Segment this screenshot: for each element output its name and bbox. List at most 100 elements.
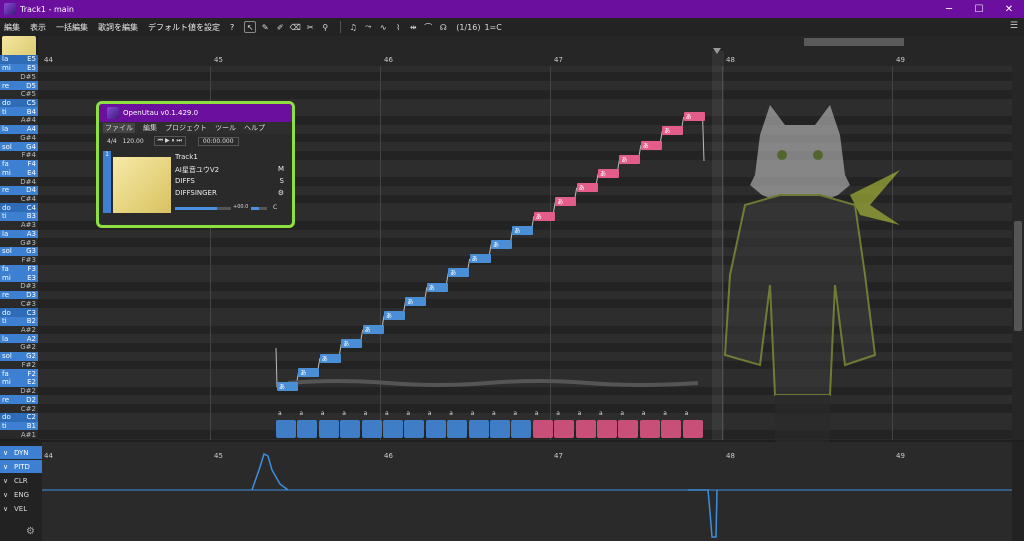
piano-key[interactable]: G#4: [0, 133, 38, 143]
overlay-menu-file[interactable]: ファイル: [103, 123, 135, 133]
close-button[interactable]: ✕: [994, 0, 1024, 18]
vibrato-toggle-icon[interactable]: ∿: [377, 21, 389, 33]
piano-key[interactable]: A#1: [0, 430, 38, 439]
expression-curve-area[interactable]: 44 45 46 47 48 49: [42, 442, 1012, 541]
note[interactable]: あ: [298, 367, 320, 377]
phoneme-block[interactable]: [404, 420, 425, 438]
overlay-menu-help[interactable]: ヘルプ: [244, 123, 265, 133]
eraser-tool-icon[interactable]: ⌫: [289, 21, 301, 33]
phoneme-block[interactable]: [661, 420, 682, 438]
piano-key[interactable]: do C2: [0, 412, 38, 422]
track-header[interactable]: 1 Track1 AI星音ユウV2 DIFFS DIFFSINGER M S ⚙…: [103, 151, 288, 213]
phoneme-block[interactable]: [468, 420, 489, 438]
phoneme-block[interactable]: [532, 420, 553, 438]
piano-key[interactable]: F#2: [0, 360, 38, 370]
openutau-main-window-overlay[interactable]: OpenUtau v0.1.429.0 ファイル 編集 プロジェクト ツール ヘ…: [96, 101, 295, 228]
phoneme-block[interactable]: [383, 420, 403, 438]
menu-edit[interactable]: 編集: [4, 22, 20, 33]
phoneme-block[interactable]: [425, 420, 446, 438]
phoneme-block[interactable]: [490, 420, 510, 438]
piano-key[interactable]: mi E4: [0, 168, 38, 178]
phoneme-block[interactable]: [511, 420, 532, 438]
phoneme-block[interactable]: [618, 420, 639, 438]
piano-key[interactable]: D#3: [0, 281, 38, 291]
phoneme-block[interactable]: [447, 420, 468, 438]
piano-key[interactable]: sol G4: [0, 142, 38, 152]
skip-forward-icon[interactable]: ⏭: [176, 137, 181, 144]
phoneme-block[interactable]: [340, 420, 361, 438]
piano-key[interactable]: A#4: [0, 116, 38, 125]
bpm[interactable]: 120.00: [123, 138, 144, 145]
piano-key[interactable]: re D4: [0, 185, 38, 195]
overlay-menu-tools[interactable]: ツール: [215, 123, 236, 133]
piano-key[interactable]: A#3: [0, 220, 38, 230]
piano-key[interactable]: sol G2: [0, 351, 38, 361]
track-name[interactable]: Track1: [175, 153, 198, 161]
piano-key[interactable]: mi E5: [0, 63, 38, 73]
note[interactable]: あ: [469, 254, 491, 264]
piano-key[interactable]: la E5: [0, 55, 38, 64]
piano-key[interactable]: C#2: [0, 404, 38, 413]
time-signature[interactable]: 4/4: [107, 138, 117, 145]
track-phonemizer[interactable]: DIFFS: [175, 177, 195, 185]
piano-key[interactable]: fa F2: [0, 369, 38, 378]
track-singer-thumbnail[interactable]: [113, 157, 171, 213]
expression-clr-button[interactable]: ∨ CLR: [0, 474, 42, 487]
settings-sliders-icon[interactable]: ☰: [1010, 21, 1018, 31]
maximize-button[interactable]: ☐: [964, 0, 994, 18]
piano-key[interactable]: C#3: [0, 299, 38, 309]
piano-key[interactable]: mi E3: [0, 273, 38, 282]
vertical-scrollbar[interactable]: [1012, 36, 1024, 440]
note[interactable]: あ: [576, 183, 598, 193]
piano-key[interactable]: G#2: [0, 343, 38, 352]
piano-key[interactable]: D#4: [0, 177, 38, 186]
knife-tool-icon[interactable]: ✂: [304, 21, 316, 33]
piano-key[interactable]: re D5: [0, 81, 38, 90]
overlay-menu-edit[interactable]: 編集: [143, 123, 157, 133]
piano-key[interactable]: D#5: [0, 72, 38, 82]
expression-eng-button[interactable]: ∨ ENG: [0, 488, 42, 501]
menu-batch-edit[interactable]: 一括編集: [56, 22, 88, 33]
phoneme-block[interactable]: [597, 420, 617, 438]
piano-key[interactable]: mi E2: [0, 378, 38, 387]
menu-set-defaults[interactable]: デフォルト値を設定: [148, 22, 220, 33]
menu-view[interactable]: 表示: [30, 22, 46, 33]
phoneme-block[interactable]: [639, 420, 660, 438]
track-singer[interactable]: AI星音ユウV2: [175, 165, 219, 175]
key-label[interactable]: 1=C: [484, 23, 501, 32]
note-toggle-icon[interactable]: ♫: [347, 21, 359, 33]
note[interactable]: あ: [426, 282, 448, 292]
voice-toggle-icon[interactable]: ☊: [437, 21, 449, 33]
note[interactable]: あ: [512, 225, 534, 235]
phoneme-block[interactable]: [276, 420, 296, 438]
phoneme-block[interactable]: [318, 420, 339, 438]
note[interactable]: あ: [662, 126, 684, 136]
solo-button[interactable]: S: [280, 177, 284, 185]
piano-key[interactable]: re D2: [0, 395, 38, 405]
vertical-scrollbar-thumb[interactable]: [1014, 221, 1022, 331]
minimize-button[interactable]: ─: [934, 0, 964, 18]
note[interactable]: あ: [405, 296, 427, 306]
portamento-toggle-icon[interactable]: ⌇: [392, 21, 404, 33]
note[interactable]: あ: [640, 140, 662, 150]
pen-tool-icon[interactable]: ✎: [259, 21, 271, 33]
piano-key[interactable]: F#4: [0, 151, 38, 160]
piano-key[interactable]: C#4: [0, 194, 38, 204]
volume-slider[interactable]: [175, 207, 231, 210]
expression-vel-button[interactable]: ∨ VEL: [0, 502, 42, 515]
piano-key[interactable]: ti B1: [0, 421, 38, 431]
piano-key[interactable]: F#3: [0, 255, 38, 265]
piano-key[interactable]: la A2: [0, 334, 38, 344]
piano-key[interactable]: ti B4: [0, 107, 38, 117]
piano-key[interactable]: fa F3: [0, 264, 38, 274]
expression-pitd-button[interactable]: ∨ PITD: [0, 460, 42, 473]
note[interactable]: あ: [448, 268, 470, 278]
note[interactable]: あ: [533, 211, 555, 221]
note[interactable]: あ: [555, 197, 577, 207]
snap-toggle-icon[interactable]: ⇹: [407, 21, 419, 33]
overlay-menu-project[interactable]: プロジェクト: [165, 123, 207, 133]
track-settings-gear-icon[interactable]: ⚙: [278, 189, 284, 197]
piano-key[interactable]: D#2: [0, 386, 38, 396]
note[interactable]: あ: [341, 339, 363, 349]
pan-slider[interactable]: [251, 207, 267, 210]
